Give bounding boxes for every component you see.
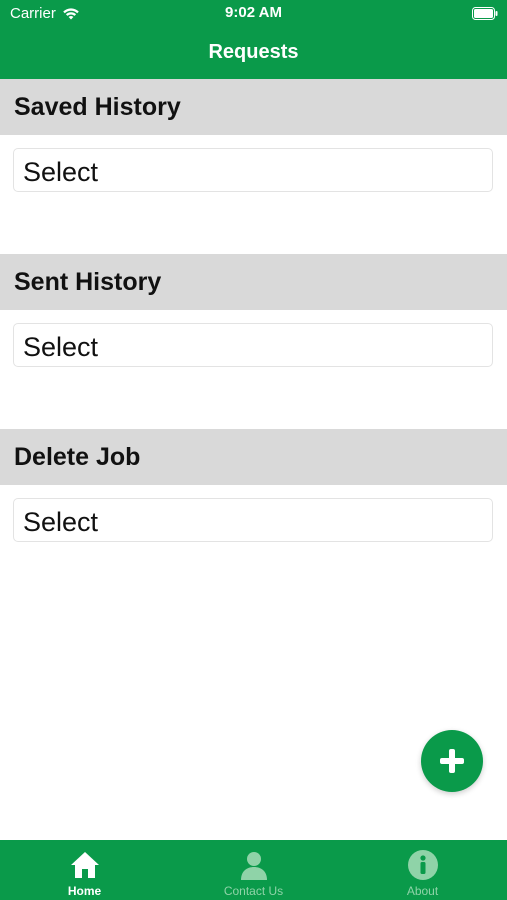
tab-bar: Home Contact Us About <box>0 840 507 900</box>
sent-history-title: Sent History <box>14 268 162 296</box>
add-request-button[interactable] <box>421 730 483 792</box>
battery-icon <box>472 7 498 20</box>
clock: 9:02 AM <box>225 4 282 21</box>
delete-job-select[interactable]: Select <box>13 498 493 542</box>
delete-job-header: Delete Job <box>0 429 507 485</box>
sent-history-header: Sent History <box>0 254 507 310</box>
info-icon <box>408 850 438 880</box>
status-bar: Carrier 9:02 AM <box>0 0 507 28</box>
saved-history-select-value: Select <box>23 157 99 187</box>
saved-history-title: Saved History <box>14 93 181 121</box>
delete-job-title: Delete Job <box>14 443 141 471</box>
tab-home[interactable]: Home <box>0 840 169 900</box>
tab-contact-us[interactable]: Contact Us <box>169 840 338 900</box>
tab-home-label: Home <box>67 884 102 898</box>
tab-about-label: About <box>406 884 439 898</box>
saved-history-select[interactable]: Select <box>13 148 493 192</box>
page-title: Requests <box>208 41 299 63</box>
person-icon <box>241 852 267 880</box>
delete-job-select-value: Select <box>23 507 99 537</box>
top-bar: Carrier 9:02 AM Requests <box>0 0 507 79</box>
sent-history-select[interactable]: Select <box>13 323 493 367</box>
saved-history-header: Saved History <box>0 79 507 135</box>
home-icon <box>71 852 99 878</box>
plus-icon <box>440 749 464 773</box>
tab-contact-us-label: Contact Us <box>223 884 284 898</box>
sent-history-select-value: Select <box>23 332 99 362</box>
tab-about[interactable]: About <box>338 840 507 900</box>
